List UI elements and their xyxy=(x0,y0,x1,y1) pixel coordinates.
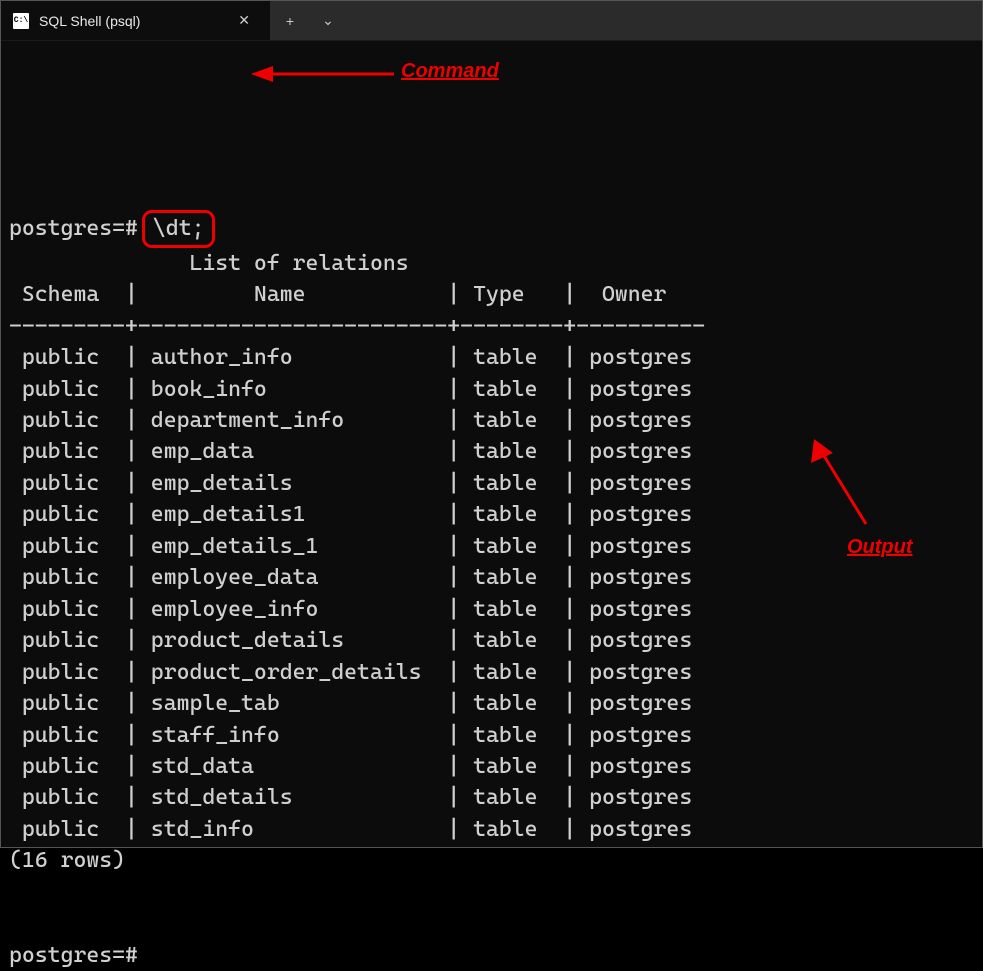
close-tab-button[interactable]: ✕ xyxy=(232,10,256,31)
prompt-line: postgres=# \dt; xyxy=(9,210,974,247)
new-tab-button[interactable]: + xyxy=(271,1,309,41)
command-text: \dt; xyxy=(153,216,205,241)
tab-dropdown-button[interactable]: ⌄ xyxy=(309,1,347,41)
annotation-command-label: Command xyxy=(401,57,499,86)
tabbar-buttons: + ⌄ xyxy=(271,1,347,40)
row-count: (16 rows) xyxy=(9,848,125,873)
arrow-command-icon xyxy=(251,66,394,82)
tab-title: SQL Shell (psql) xyxy=(39,13,222,29)
title-bar: C:\ SQL Shell (psql) ✕ + ⌄ xyxy=(1,1,982,41)
terminal-tab[interactable]: C:\ SQL Shell (psql) ✕ xyxy=(1,1,271,40)
relations-output: List of relations Schema | Name | Type |… xyxy=(9,248,974,846)
terminal-body[interactable]: Command Output postgres=# \dt; List of r… xyxy=(1,41,982,847)
prompt-text: postgres=# xyxy=(9,213,138,244)
terminal-icon: C:\ xyxy=(13,13,29,29)
command-highlight-box: \dt; xyxy=(142,210,216,247)
end-prompt: postgres=# xyxy=(9,943,138,968)
